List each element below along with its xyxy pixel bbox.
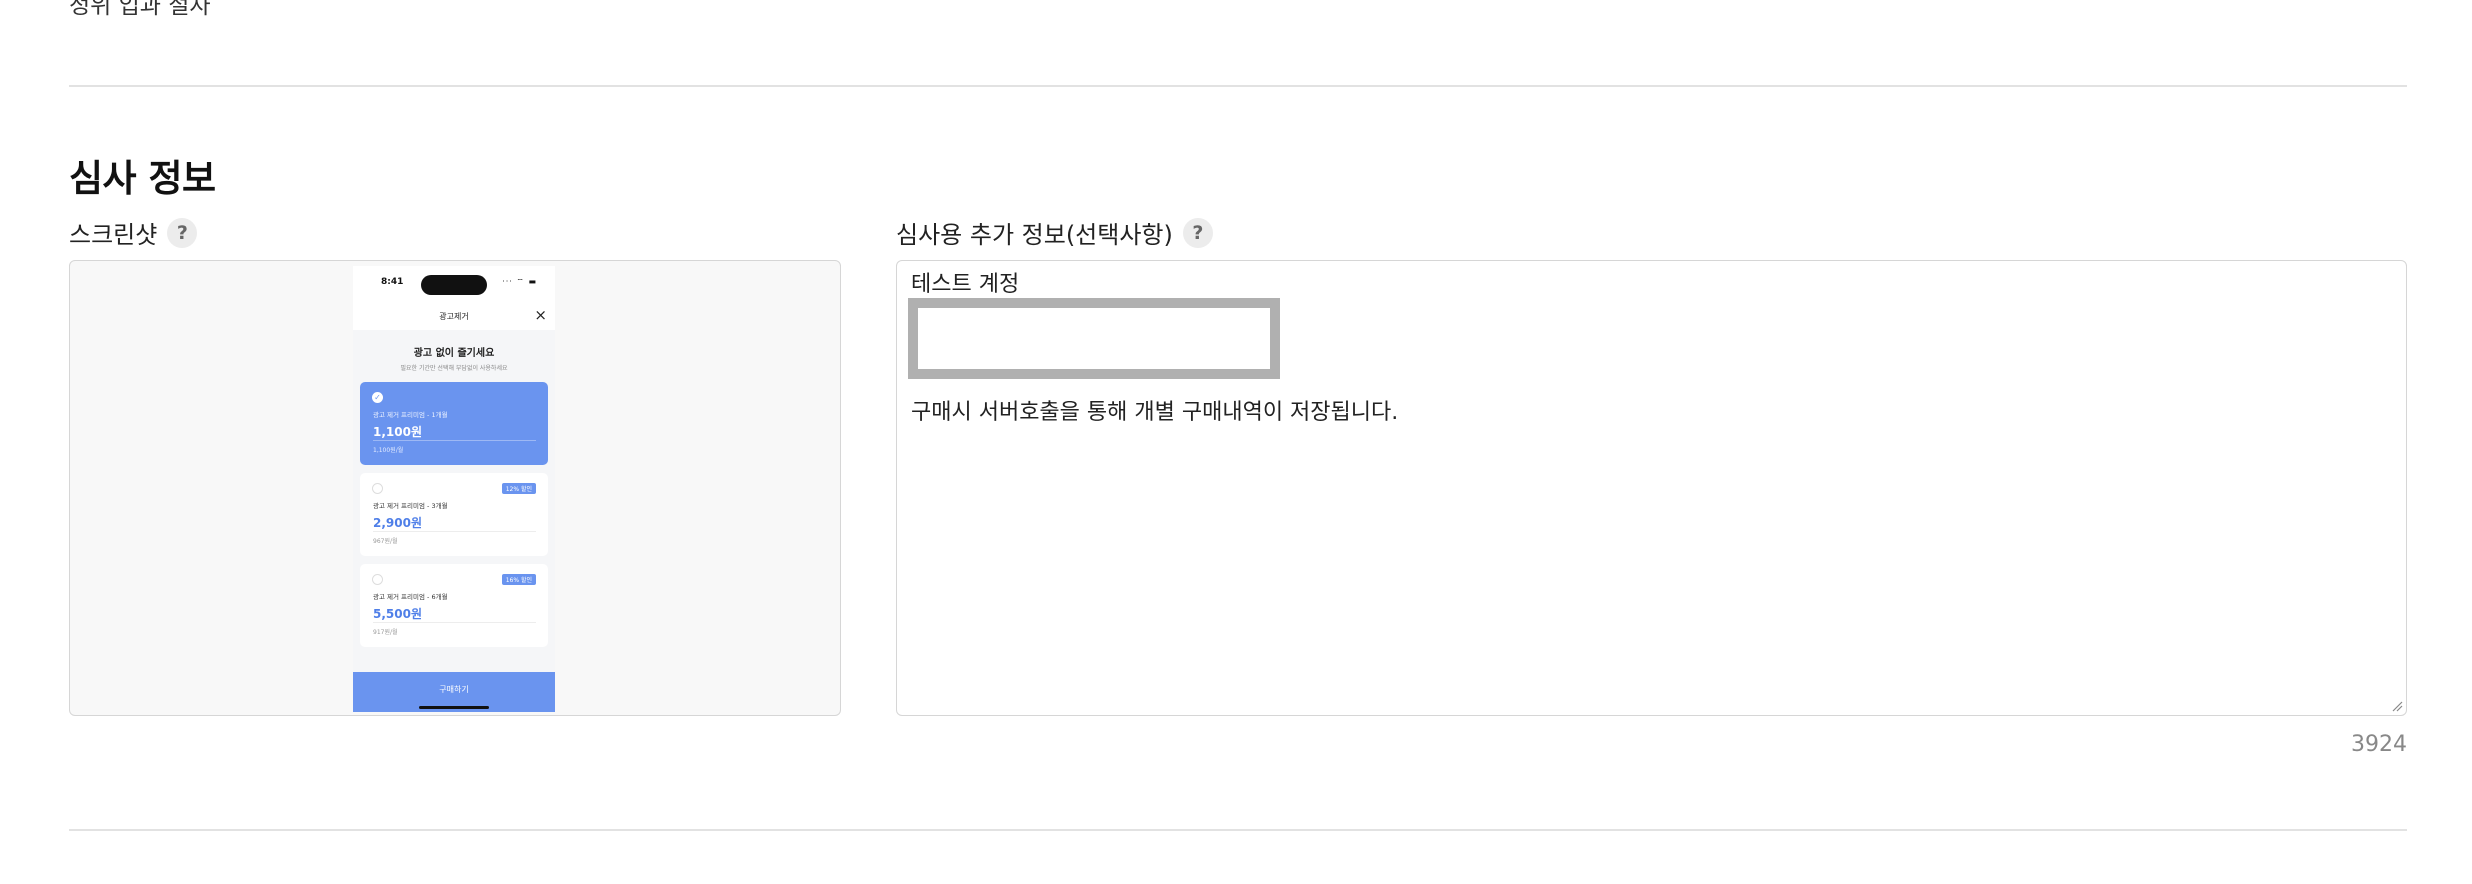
discount-badge: 12% 할인 bbox=[501, 483, 536, 494]
character-count: 3924 bbox=[2351, 732, 2407, 757]
screenshot-preview[interactable]: 8:41 ··· ⌔ ▬ 광고제거 × 광고 없이 즐기세요 필요한 기간만 선… bbox=[69, 260, 841, 716]
plan-name: 광고 제거 프리미엄 - 1개월 bbox=[373, 411, 448, 419]
plan-monthly-price: 967원/월 bbox=[373, 538, 398, 545]
plan-price: 1,100원 bbox=[373, 425, 422, 439]
phone-nav-bar: 광고제거 × bbox=[353, 302, 555, 330]
previous-section-label: 정위 입과 절자 bbox=[69, 0, 211, 19]
radio-icon bbox=[372, 574, 383, 585]
plan-card-2: 12% 할인 광고 제거 프리미엄 - 3개월 2,900원 967원/월 bbox=[360, 473, 548, 556]
plan-card-3: 16% 할인 광고 제거 프리미엄 - 6개월 5,500원 917원/월 bbox=[360, 564, 548, 647]
plan-monthly-price: 917원/월 bbox=[373, 629, 398, 636]
check-circle-icon: ✓ bbox=[372, 392, 383, 403]
screenshot-label-text: 스크린샷 bbox=[69, 221, 158, 249]
phone-status-bar: 8:41 ··· ⌔ ▬ bbox=[353, 266, 555, 302]
plan-divider bbox=[373, 531, 536, 532]
status-icons: ··· ⌔ ▬ bbox=[502, 277, 537, 286]
close-icon: × bbox=[534, 306, 547, 324]
plan-name: 광고 제거 프리미엄 - 6개월 bbox=[373, 593, 448, 601]
help-icon[interactable]: ? bbox=[167, 217, 198, 248]
review-label-text: 심사용 추가 정보(선택사항) bbox=[896, 221, 1173, 249]
dynamic-island bbox=[421, 275, 487, 295]
phone-screenshot: 8:41 ··· ⌔ ▬ 광고제거 × 광고 없이 즐기세요 필요한 기간만 선… bbox=[353, 266, 555, 712]
review-notes-line: 구매시 서버호출을 통해 개별 구매내역이 저장됩니다. bbox=[911, 400, 1399, 425]
phone-time: 8:41 bbox=[381, 277, 404, 287]
redacted-credentials bbox=[908, 298, 1280, 379]
plan-price: 2,900원 bbox=[373, 516, 422, 530]
review-notes-line: 테스트 계정 bbox=[911, 272, 1020, 297]
section-title: 심사 정보 bbox=[69, 157, 216, 200]
plan-name: 광고 제거 프리미엄 - 3개월 bbox=[373, 502, 448, 510]
review-field-label: 심사용 추가 정보(선택사항) ? bbox=[896, 215, 1213, 250]
discount-badge: 16% 할인 bbox=[501, 574, 536, 585]
promo-headline: 광고 없이 즐기세요 bbox=[413, 348, 495, 359]
plan-price: 5,500원 bbox=[373, 607, 422, 621]
screenshot-field-label: 스크린샷 ? bbox=[69, 215, 198, 250]
phone-nav-title: 광고제거 bbox=[439, 312, 469, 321]
plan-divider bbox=[373, 622, 536, 623]
radio-icon bbox=[372, 483, 383, 494]
plan-card-1: ✓ 광고 제거 프리미엄 - 1개월 1,100원 1,100원/월 bbox=[360, 382, 548, 465]
promo-subline: 필요한 기간만 선택해 부담없이 사용하세요 bbox=[400, 365, 508, 372]
section-divider-bottom bbox=[69, 829, 2407, 831]
plan-monthly-price: 1,100원/월 bbox=[373, 447, 404, 454]
section-divider-top bbox=[69, 85, 2407, 87]
review-notes-textarea[interactable]: 테스트 계정 구매시 서버호출을 통해 개별 구매내역이 저장됩니다. bbox=[896, 260, 2407, 716]
plan-divider bbox=[373, 440, 536, 441]
resize-grip-icon[interactable] bbox=[2391, 700, 2403, 712]
home-indicator bbox=[419, 706, 489, 709]
help-icon[interactable]: ? bbox=[1182, 217, 1213, 248]
